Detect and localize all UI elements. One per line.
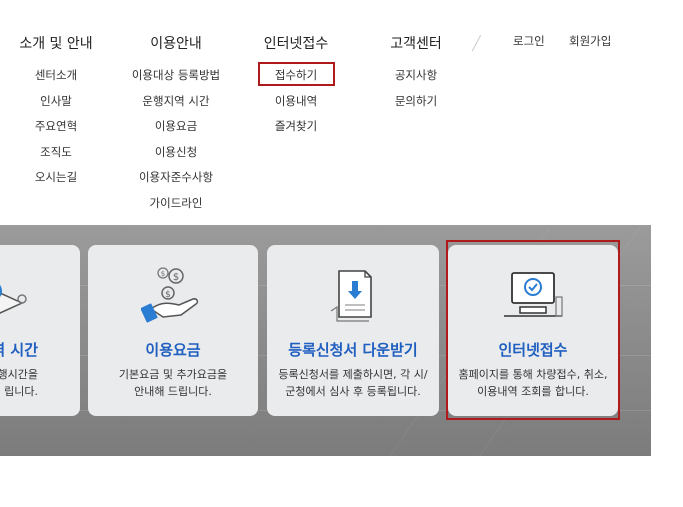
- menu-item-inquiry[interactable]: 문의하기: [366, 93, 466, 109]
- menu-item-history-usage[interactable]: 이용내역: [246, 93, 346, 109]
- menu-head-usage[interactable]: 이용안내: [115, 33, 237, 53]
- card-download-title: 등록신청서 다운받기: [288, 341, 418, 359]
- menu-item-greeting[interactable]: 인사말: [8, 93, 104, 109]
- card-download-desc: 등록신청서를 제출하시면, 각 시/ 군청에서 심사 후 등록됩니다.: [267, 366, 439, 400]
- svg-text:$: $: [161, 270, 165, 278]
- card-fee-desc: 기본요금 및 추가요금을 안내해 드립니다.: [88, 366, 258, 400]
- card-fee-title: 이용요금: [145, 341, 201, 359]
- svg-text:$: $: [165, 290, 171, 300]
- join-link[interactable]: 회원가입: [569, 33, 611, 49]
- map-pin-icon: [0, 285, 27, 314]
- card-desc-line: 안내해 드립니다.: [134, 385, 212, 398]
- card-fee[interactable]: $ $ $ 이용요금 기본요금 및 추가요금을 안내해 드립니다.: [88, 245, 258, 416]
- menu-item-guideline[interactable]: 가이드라인: [115, 195, 237, 211]
- menu-item-directions[interactable]: 오시는길: [8, 169, 104, 185]
- card-desc-line: 운행시간을: [0, 368, 38, 381]
- menu-item-registration[interactable]: 이용대상 등록방법: [115, 67, 237, 83]
- menu-head-intro[interactable]: 소개 및 안내: [8, 33, 104, 53]
- coins-hand-icon: $ $ $: [141, 267, 199, 323]
- menu-item-apply[interactable]: 이용신청: [115, 144, 237, 160]
- nav-divider: [471, 34, 482, 52]
- menu-item-rules[interactable]: 이용자준수사항: [115, 169, 237, 185]
- quick-menu-banner: 역 시간 운행시간을 립니다. $ $ $ 이용요금 기본요금 및 추가요금을 …: [0, 225, 651, 456]
- menu-item-favorites[interactable]: 즐겨찾기: [246, 118, 346, 134]
- menu-head-internet[interactable]: 인터넷접수: [246, 33, 346, 53]
- card-desc-line: 기본요금 및 추가요금을: [118, 368, 228, 381]
- menu-head-customer-service[interactable]: 고객센터: [366, 33, 466, 53]
- card-service-area-desc: 운행시간을 립니다.: [0, 366, 80, 400]
- menu-item-center-intro[interactable]: 센터소개: [8, 67, 104, 83]
- menu-item-history[interactable]: 주요연혁: [8, 118, 104, 134]
- menu-item-fee[interactable]: 이용요금: [115, 118, 237, 134]
- menu-item-service-area[interactable]: 운행지역 시간: [115, 93, 237, 109]
- card-service-area[interactable]: 역 시간 운행시간을 립니다.: [0, 245, 80, 416]
- card-download-form[interactable]: 등록신청서 다운받기 등록신청서를 제출하시면, 각 시/ 군청에서 심사 후 …: [267, 245, 439, 416]
- card-desc-line: 등록신청서를 제출하시면, 각 시/: [278, 368, 428, 381]
- card-desc-line: 군청에서 심사 후 등록됩니다.: [285, 385, 421, 398]
- login-link[interactable]: 로그인: [513, 33, 545, 49]
- document-download-icon: [330, 270, 372, 322]
- internet-card-highlight-frame: [446, 240, 620, 420]
- menu-item-notice[interactable]: 공지사항: [366, 67, 466, 83]
- svg-text:$: $: [173, 272, 179, 283]
- card-desc-line: 립니다.: [4, 385, 38, 398]
- card-service-area-title: 역 시간: [0, 341, 38, 359]
- menu-item-organization[interactable]: 조직도: [8, 144, 104, 160]
- submit-highlight-frame: [258, 62, 335, 86]
